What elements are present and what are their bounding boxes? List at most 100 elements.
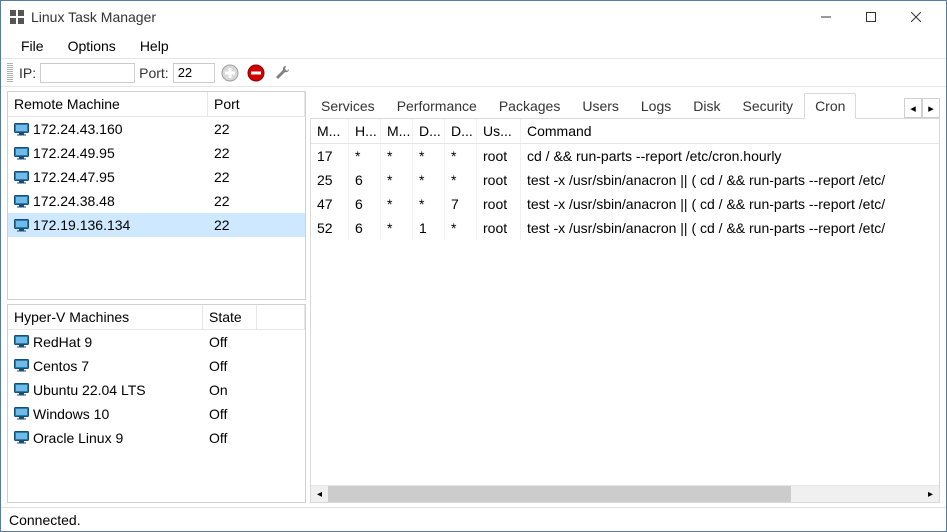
cron-user: root [477, 144, 521, 168]
hyperv-col-pad [257, 305, 305, 329]
monitor-icon [14, 335, 29, 348]
cron-col-minute[interactable]: M... [311, 119, 349, 143]
tabstrip-scroll-left[interactable]: ◂ [904, 98, 922, 118]
wrench-icon [273, 64, 291, 82]
hyperv-machine-row[interactable]: RedHat 9Off [8, 330, 305, 354]
hyperv-machine-row[interactable]: Ubuntu 22.04 LTSOn [8, 378, 305, 402]
hyperv-name: RedHat 9 [33, 334, 92, 350]
tab-disk[interactable]: Disk [682, 93, 731, 118]
hyperv-name: Ubuntu 22.04 LTS [33, 382, 146, 398]
cron-col-dow[interactable]: D... [445, 119, 477, 143]
cron-col-month[interactable]: M... [381, 119, 413, 143]
monitor-icon [14, 123, 29, 136]
tab-packages[interactable]: Packages [488, 93, 571, 118]
cron-command: test -x /usr/sbin/anacron || ( cd / && r… [521, 192, 939, 216]
cron-row[interactable]: 476**7roottest -x /usr/sbin/anacron || (… [311, 192, 939, 216]
remote-port: 22 [214, 169, 230, 185]
tab-logs[interactable]: Logs [630, 93, 682, 118]
hyperv-col-name[interactable]: Hyper-V Machines [8, 305, 203, 329]
tab-security[interactable]: Security [731, 93, 804, 118]
hyperv-col-state[interactable]: State [203, 305, 257, 329]
scroll-right-arrow[interactable]: ▸ [922, 486, 939, 503]
remote-machine-row[interactable]: 172.19.136.13422 [8, 213, 305, 237]
remote-port: 22 [214, 193, 230, 209]
cron-command: test -x /usr/sbin/anacron || ( cd / && r… [521, 216, 939, 240]
cron-col-dom[interactable]: D... [413, 119, 445, 143]
port-label: Port: [139, 65, 169, 81]
cron-user: root [477, 192, 521, 216]
disconnect-button[interactable] [245, 62, 267, 84]
hyperv-state: Off [209, 358, 227, 374]
maximize-button[interactable] [848, 2, 893, 32]
cron-dom: * [413, 144, 445, 168]
tab-services[interactable]: Services [310, 93, 386, 118]
toolbar-grip [7, 63, 13, 83]
scroll-track[interactable] [328, 486, 922, 503]
plus-circle-icon [221, 64, 239, 82]
remote-port: 22 [214, 145, 230, 161]
cron-col-command[interactable]: Command [521, 119, 939, 143]
cron-row[interactable]: 526*1*roottest -x /usr/sbin/anacron || (… [311, 216, 939, 240]
tab-users[interactable]: Users [571, 93, 630, 118]
remote-col-port[interactable]: Port [208, 92, 305, 116]
cron-minute: 25 [311, 168, 349, 192]
hyperv-machine-row[interactable]: Centos 7 Off [8, 354, 305, 378]
cron-month: * [381, 192, 413, 216]
menu-file[interactable]: File [9, 35, 56, 57]
monitor-icon [14, 171, 29, 184]
cron-row[interactable]: 17****rootcd / && run-parts --report /et… [311, 144, 939, 168]
stop-circle-icon [247, 64, 265, 82]
tab-performance[interactable]: Performance [386, 93, 488, 118]
hyperv-name: Centos 7 [33, 358, 89, 374]
remote-machine-row[interactable]: 172.24.38.4822 [8, 189, 305, 213]
tab-cron[interactable]: Cron [804, 93, 856, 119]
remote-ip: 172.24.49.95 [33, 145, 115, 161]
monitor-icon [14, 219, 29, 232]
close-button[interactable] [893, 2, 938, 32]
menu-options[interactable]: Options [56, 35, 128, 57]
tabstrip-scroll-right[interactable]: ▸ [922, 98, 940, 118]
ip-label: IP: [19, 65, 36, 81]
scroll-thumb[interactable] [328, 486, 791, 503]
statusbar: Connected. [1, 507, 946, 531]
hyperv-name: Oracle Linux 9 [33, 430, 123, 446]
remote-machine-row[interactable]: 172.24.47.9522 [8, 165, 305, 189]
cron-hour: 6 [349, 216, 381, 240]
connect-button[interactable] [219, 62, 241, 84]
ip-input[interactable] [40, 63, 135, 83]
remote-port: 22 [214, 121, 230, 137]
remote-machine-row[interactable]: 172.24.49.95 22 [8, 141, 305, 165]
cron-col-user[interactable]: Us... [477, 119, 521, 143]
app-icon [9, 9, 25, 25]
cron-dom: * [413, 168, 445, 192]
tabstrip: Services Performance Packages Users Logs… [310, 91, 940, 119]
cron-user: root [477, 168, 521, 192]
cron-grid: M... H... M... D... D... Us... Command 1… [310, 119, 940, 503]
titlebar: Linux Task Manager [1, 1, 946, 33]
hyperv-machine-row[interactable]: Oracle Linux 9Off [8, 426, 305, 450]
minimize-button[interactable] [803, 2, 848, 32]
cron-minute: 47 [311, 192, 349, 216]
scroll-left-arrow[interactable]: ◂ [311, 486, 328, 503]
menubar: File Options Help [1, 33, 946, 59]
cron-hour: * [349, 144, 381, 168]
remote-port: 22 [214, 217, 230, 233]
hyperv-machine-row[interactable]: Windows 10Off [8, 402, 305, 426]
cron-horizontal-scrollbar[interactable]: ◂ ▸ [311, 485, 939, 502]
port-input[interactable] [173, 63, 215, 83]
remote-col-machine[interactable]: Remote Machine [8, 92, 208, 116]
monitor-icon [14, 359, 29, 372]
cron-minute: 52 [311, 216, 349, 240]
cron-dom: * [413, 192, 445, 216]
monitor-icon [14, 383, 29, 396]
menu-help[interactable]: Help [128, 35, 181, 57]
cron-row[interactable]: 256***roottest -x /usr/sbin/anacron || (… [311, 168, 939, 192]
window-title: Linux Task Manager [31, 9, 803, 25]
cron-dom: 1 [413, 216, 445, 240]
cron-user: root [477, 216, 521, 240]
remote-machine-row[interactable]: 172.24.43.160 22 [8, 117, 305, 141]
cron-col-hour[interactable]: H... [349, 119, 381, 143]
remote-ip: 172.24.43.160 [33, 121, 123, 137]
hyperv-state: Off [209, 406, 227, 422]
settings-button[interactable] [271, 62, 293, 84]
